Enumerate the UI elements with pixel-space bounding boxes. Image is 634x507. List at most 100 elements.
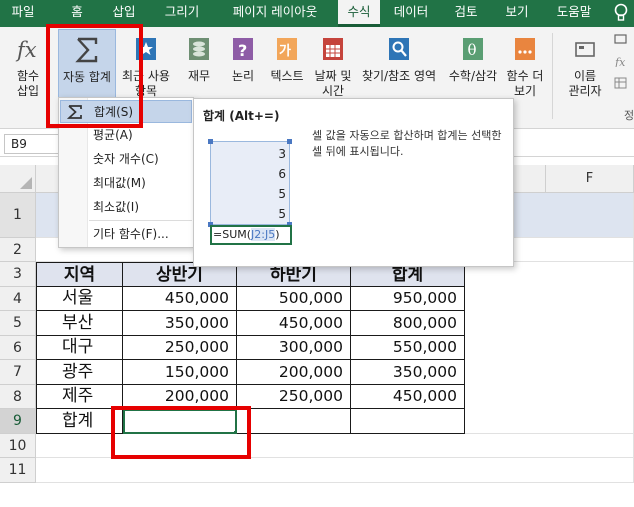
menu-item-more-functions[interactable]: 기타 함수(F)... [60, 223, 192, 246]
tab-file[interactable]: 파일 [4, 0, 42, 27]
table-cell-total[interactable]: 950,000 [351, 287, 465, 311]
tooltip-title: 합계 (Alt+=) [203, 109, 280, 123]
svg-text:fx: fx [614, 56, 626, 67]
name-manager-button[interactable]: 이름 관리자 [560, 29, 610, 125]
logical-label: 논리 [231, 69, 255, 83]
row-11-cells[interactable] [36, 458, 634, 483]
more-dots-icon [515, 38, 535, 60]
example-value: 5 [278, 187, 286, 201]
menu-item-label: 숫자 개수(C) [93, 152, 159, 166]
example-range-handle [208, 139, 213, 144]
create-from-selection-icon[interactable] [614, 77, 628, 89]
row-header-1[interactable]: 1 [0, 193, 36, 238]
table-total-h2[interactable] [237, 409, 351, 434]
name-manager-label: 이름 관리자 [568, 69, 602, 98]
row-header-4[interactable]: 4 [0, 287, 36, 311]
more-functions-label: 함수 더 보기 [506, 69, 544, 98]
name-tag-icon [575, 42, 595, 57]
tab-draw[interactable]: 그리기 [156, 0, 208, 27]
example-formula-cell: =SUM(J2:J5) [210, 225, 292, 245]
columns-e-f-empty[interactable] [465, 262, 634, 434]
tab-formulas[interactable]: 수식 [338, 0, 380, 27]
ribbon-tab-bar: 파일 홈 삽입 그리기 페이지 레이아웃 수식 데이터 검토 보기 도움말 [0, 0, 634, 27]
row-header-11[interactable]: 11 [0, 458, 36, 483]
menu-item-label: 최소값(I) [93, 200, 140, 214]
menu-item-label: 기타 함수(F)... [93, 227, 169, 241]
table-cell-h1[interactable]: 450,000 [123, 287, 237, 311]
svg-text:fx: fx [15, 38, 37, 62]
row-header-3[interactable]: 3 [0, 262, 36, 287]
tab-home[interactable]: 홈 [62, 0, 92, 27]
define-name-icon[interactable] [614, 33, 628, 45]
example-value: 6 [278, 167, 286, 181]
table-cell-region[interactable]: 광주 [36, 360, 123, 385]
menu-item-label: 최대값(M) [93, 176, 146, 190]
row-header-2[interactable]: 2 [0, 238, 36, 262]
tab-page-layout[interactable]: 페이지 레이아웃 [222, 0, 328, 27]
table-cell-h2[interactable]: 250,000 [237, 385, 351, 409]
example-formula-suffix: ) [275, 228, 280, 241]
autosum-tooltip: 합계 (Alt+=) 셀 값을 자동으로 합산하며 합계는 선택한 셀 뒤에 표… [193, 98, 514, 267]
row-header-5[interactable]: 5 [0, 311, 36, 336]
use-in-formula-icon[interactable]: fx [614, 55, 628, 67]
example-value: 5 [278, 207, 286, 221]
svg-text:?: ? [238, 41, 247, 60]
lookup-reference-label: 찾기/참조 영역 [361, 69, 437, 83]
table-cell-total[interactable]: 800,000 [351, 311, 465, 336]
table-cell-h1[interactable]: 350,000 [123, 311, 237, 336]
menu-item-min[interactable]: 최소값(I) [60, 196, 192, 219]
menu-item-max[interactable]: 최대값(M) [60, 172, 192, 195]
row-header-9[interactable]: 9 [0, 409, 36, 434]
column-header-f[interactable]: F [546, 165, 634, 193]
name-box[interactable]: B9 [4, 134, 60, 154]
table-cell-region[interactable]: 대구 [36, 336, 123, 360]
question-icon: ? [233, 38, 253, 60]
lightbulb-icon[interactable] [614, 3, 628, 23]
select-all-corner[interactable] [0, 165, 36, 193]
fx-icon: fx [15, 38, 37, 62]
example-formula-ref: J2:J5 [251, 228, 276, 241]
calendar-icon [323, 38, 343, 60]
datetime-label: 날짜 및 시간 [314, 69, 352, 98]
row-header-10[interactable]: 10 [0, 434, 36, 458]
table-cell-h1[interactable]: 250,000 [123, 336, 237, 360]
row-header-7[interactable]: 7 [0, 360, 36, 385]
table-cell-h2[interactable]: 300,000 [237, 336, 351, 360]
highlight-box-autosum [46, 24, 143, 128]
defined-names-group-label: 정 [624, 109, 634, 122]
tab-help[interactable]: 도움말 [550, 0, 598, 27]
example-value: 3 [278, 147, 286, 161]
table-cell-total[interactable]: 550,000 [351, 336, 465, 360]
tab-insert[interactable]: 삽입 [106, 0, 142, 27]
table-cell-region[interactable]: 제주 [36, 385, 123, 409]
math-trig-label: 수학/삼각 [448, 69, 498, 83]
magnifier-book-icon [389, 38, 409, 60]
table-total-label[interactable]: 합계 [36, 409, 123, 434]
table-cell-h2[interactable]: 450,000 [237, 311, 351, 336]
menu-item-count[interactable]: 숫자 개수(C) [60, 148, 192, 171]
financial-label: 재무 [187, 69, 211, 83]
table-total-total[interactable] [351, 409, 465, 434]
table-cell-h1[interactable]: 150,000 [123, 360, 237, 385]
svg-text:가: 가 [279, 44, 291, 59]
select-all-triangle-icon [20, 177, 32, 189]
table-cell-total[interactable]: 350,000 [351, 360, 465, 385]
highlight-box-target-cell [111, 406, 251, 459]
tab-view[interactable]: 보기 [500, 0, 534, 27]
tab-data[interactable]: 데이터 [386, 0, 436, 27]
menu-separator [89, 220, 192, 221]
insert-function-label: 함수 삽입 [16, 69, 40, 98]
insert-function-button[interactable]: fx 함수 삽입 [6, 29, 50, 125]
table-cell-h2[interactable]: 500,000 [237, 287, 351, 311]
table-cell-total[interactable]: 450,000 [351, 385, 465, 409]
table-cell-region[interactable]: 부산 [36, 311, 123, 336]
table-cell-region[interactable]: 서울 [36, 287, 123, 311]
tooltip-description: 셀 값을 자동으로 합산하며 합계는 선택한 셀 뒤에 표시됩니다. [312, 129, 502, 158]
row-header-6[interactable]: 6 [0, 336, 36, 360]
tab-review[interactable]: 검토 [448, 0, 484, 27]
row-header-8[interactable]: 8 [0, 385, 36, 409]
tooltip-example-illustration: 3 6 5 5 =SUM(J2:J5) [208, 139, 292, 246]
coins-icon [189, 38, 209, 60]
table-header-region[interactable]: 지역 [36, 262, 123, 287]
table-cell-h2[interactable]: 200,000 [237, 360, 351, 385]
